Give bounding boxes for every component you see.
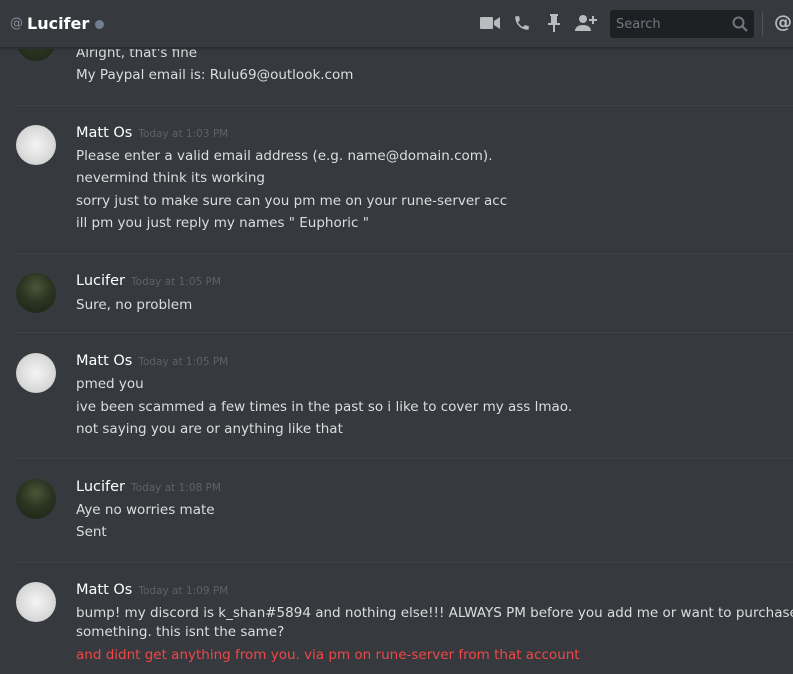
message-line: Please enter a valid email address (e.g.…	[76, 148, 493, 164]
pin-icon[interactable]	[543, 12, 565, 34]
message-list[interactable]: Alright, that's fine My Paypal email is:…	[0, 49, 793, 674]
avatar[interactable]	[16, 582, 56, 622]
author-name[interactable]: Lucifer	[76, 273, 125, 289]
message-divider	[16, 253, 793, 254]
message-line-error: and didnt get anything from you. via pm …	[76, 647, 580, 663]
search-box[interactable]	[610, 10, 754, 38]
message-divider	[16, 332, 793, 333]
message-author: Matt Os Today at 1:09 PM	[76, 582, 228, 598]
avatar[interactable]	[16, 273, 56, 313]
avatar[interactable]	[16, 49, 56, 61]
message-timestamp: Today at 1:05 PM	[131, 276, 221, 288]
message-line: nevermind think its working	[76, 170, 265, 186]
author-name[interactable]: Matt Os	[76, 353, 132, 369]
message-line: not saying you are or anything like that	[76, 421, 343, 437]
mentions-icon[interactable]: @	[774, 12, 792, 33]
voice-call-icon[interactable]	[511, 12, 533, 34]
message-line: sorry just to make sure can you pm me on…	[76, 193, 508, 209]
message-timestamp: Today at 1:03 PM	[138, 128, 229, 140]
message-line: Sent	[76, 524, 107, 540]
message-author: Lucifer Today at 1:08 PM	[76, 479, 221, 495]
message-timestamp: Today at 1:08 PM	[131, 482, 221, 494]
video-call-icon[interactable]	[479, 12, 501, 34]
message-timestamp: Today at 1:09 PM	[138, 585, 229, 597]
message-divider	[16, 105, 793, 106]
search-input[interactable]	[610, 10, 720, 38]
message-line: Alright, that's fine	[76, 49, 198, 61]
message-author: Matt Os Today at 1:05 PM	[76, 353, 228, 369]
at-icon: @	[10, 16, 23, 31]
message-line: My Paypal email is: Rulu69@outlook.com	[76, 67, 354, 83]
message-line: ill pm you just reply my names " Euphori…	[76, 215, 369, 231]
header-divider	[762, 12, 763, 36]
message-line: pmed you	[76, 376, 144, 392]
message-divider	[16, 562, 793, 563]
status-indicator	[95, 20, 105, 29]
message-line: Sure, no problem	[76, 297, 193, 313]
message-author: Lucifer Today at 1:05 PM	[76, 273, 221, 289]
message-line: bump! my discord is k_shan#5894 and noth…	[76, 605, 793, 621]
add-friend-icon[interactable]	[575, 12, 597, 34]
dm-recipient-name[interactable]: Lucifer	[27, 14, 89, 33]
channel-header: @ Lucifer @	[0, 0, 793, 48]
message-author: Matt Os Today at 1:03 PM	[76, 125, 228, 141]
search-icon	[732, 16, 748, 36]
author-name[interactable]: Lucifer	[76, 479, 125, 495]
message-divider	[16, 458, 793, 459]
author-name[interactable]: Matt Os	[76, 125, 132, 141]
message-line: ive been scammed a few times in the past…	[76, 399, 573, 415]
avatar[interactable]	[16, 353, 56, 393]
message-line: something. this isnt the same?	[76, 624, 285, 640]
author-name[interactable]: Matt Os	[76, 582, 132, 598]
message-timestamp: Today at 1:05 PM	[138, 356, 229, 368]
avatar[interactable]	[16, 125, 56, 165]
avatar[interactable]	[16, 479, 56, 519]
message-line: Aye no worries mate	[76, 502, 215, 518]
